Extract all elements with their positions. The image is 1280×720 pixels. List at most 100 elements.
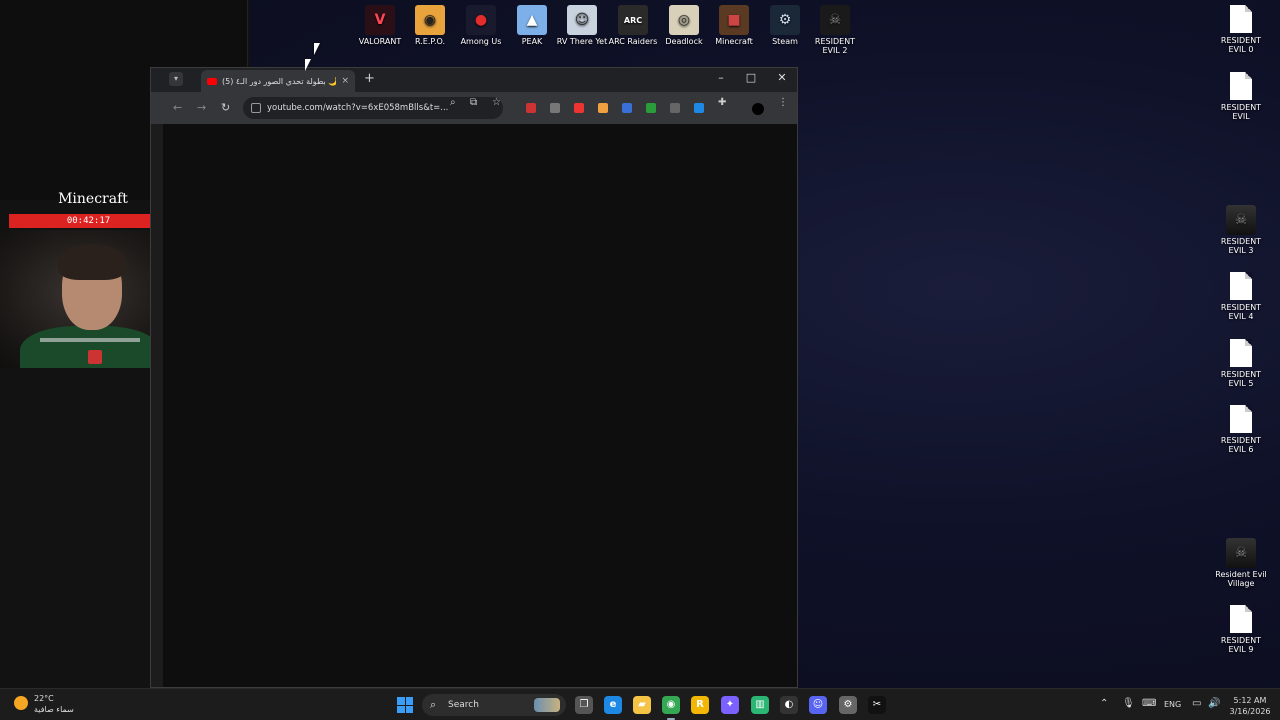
address-bar[interactable]: youtube.com/watch?v=6xE058mBlls&t=...: [243, 97, 503, 119]
taskbar-folder-icon[interactable]: ▰: [633, 696, 651, 714]
file-icon: [1230, 605, 1252, 633]
close-window-button[interactable]: ✕: [767, 71, 797, 84]
zoom-icon[interactable]: ⌕: [450, 97, 456, 108]
maximize-button[interactable]: □: [736, 71, 766, 84]
weather-desc: سماء صافية: [34, 705, 74, 714]
taskbar-chrome-icon[interactable]: ◉: [662, 696, 680, 720]
mouse-cursor-secondary: [305, 59, 311, 71]
desktop-shortcut-resident-evil-6[interactable]: RESIDENT EVIL 6: [1211, 405, 1271, 454]
profile-avatar[interactable]: [752, 103, 764, 115]
taskbar-discord-icon[interactable]: ☺: [809, 696, 827, 714]
tab-search-button[interactable]: ▾: [169, 72, 183, 86]
forward-button[interactable]: →: [197, 101, 206, 114]
weather-temp: 22°C: [34, 694, 54, 703]
shortcut-label: RESIDENT EVIL 2: [814, 37, 856, 55]
browser-toolbar: ← → ↻ youtube.com/watch?v=6xE058mBlls&t=…: [151, 92, 797, 124]
weather-widget[interactable]: 22°C سماء صافية: [14, 693, 74, 715]
extensions-puzzle-icon[interactable]: ✚: [718, 97, 726, 108]
search-icon: ⌕: [430, 698, 437, 711]
new-tab-button[interactable]: +: [364, 71, 375, 86]
desktop-shortcut-resident-evil-5[interactable]: RESIDENT EVIL 5: [1211, 339, 1271, 388]
tab-strip: ▾ (5) بطولة تحدي الصور دور الـ٤ 🌙 × + – …: [151, 68, 797, 92]
taskbar-audio-app-icon[interactable]: ▥: [751, 696, 769, 714]
desktop-shortcut-resident-evil-3[interactable]: ☠ RESIDENT EVIL 3: [1211, 205, 1271, 255]
browser-side-strip: [151, 124, 163, 687]
shortcut-label: RESIDENT EVIL 9: [1220, 636, 1262, 654]
shortcut-label: RESIDENT EVIL 0: [1220, 36, 1262, 54]
file-icon: [1230, 5, 1252, 33]
desktop-shortcut-resident-evil[interactable]: RESIDENT EVIL: [1211, 72, 1271, 121]
app-icon: ☺: [567, 5, 597, 35]
extension-icon[interactable]: [646, 103, 656, 113]
start-button[interactable]: [397, 697, 413, 713]
shortcut-label: RESIDENT EVIL 6: [1220, 436, 1262, 454]
clock[interactable]: 5:12 AM 3/16/2026: [1228, 695, 1272, 717]
app-icon: ▲: [517, 5, 547, 35]
taskbar-search[interactable]: ⌕ Search: [422, 694, 566, 716]
minimize-button[interactable]: –: [706, 71, 736, 84]
desktop-shortcut-resident-evil-4[interactable]: RESIDENT EVIL 4: [1211, 272, 1271, 321]
taskbar-settings-icon[interactable]: ⚙: [839, 696, 857, 714]
url-text: youtube.com/watch?v=6xE058mBlls&t=...: [267, 103, 449, 113]
extension-icon[interactable]: [622, 103, 632, 113]
display-icon[interactable]: ▭: [1192, 698, 1201, 709]
file-icon: [1230, 72, 1252, 100]
microphone-icon[interactable]: 🎙: [1122, 698, 1135, 709]
menu-kebab-icon[interactable]: ⋮: [778, 97, 788, 108]
app-icon: ARC: [618, 5, 648, 35]
clock-time: 5:12 AM: [1233, 696, 1267, 705]
app-icon: ☠: [1226, 538, 1256, 568]
tray-overflow-icon[interactable]: ⌃: [1100, 698, 1108, 709]
back-button[interactable]: ←: [173, 101, 182, 114]
shortcut-label: RESIDENT EVIL 4: [1220, 303, 1262, 321]
search-label: Search: [448, 700, 479, 710]
extension-icon[interactable]: [526, 103, 536, 113]
youtube-icon: [207, 77, 217, 85]
file-icon: [1230, 405, 1252, 433]
taskbar-task-view-icon[interactable]: ❐: [575, 696, 593, 714]
volume-icon[interactable]: 🔊: [1208, 698, 1220, 709]
desktop-shortcut-resident-evil-village[interactable]: ☠ Resident Evil Village: [1211, 538, 1271, 588]
extension-icon[interactable]: [598, 103, 608, 113]
reload-button[interactable]: ↻: [221, 101, 230, 114]
app-icon: V: [365, 5, 395, 35]
app-icon: ◉: [415, 5, 445, 35]
taskbar-copilot-icon[interactable]: ✦: [721, 696, 739, 714]
language-indicator[interactable]: ENG: [1164, 700, 1181, 709]
tab-close-icon[interactable]: ×: [341, 76, 349, 86]
mouse-cursor: [314, 43, 320, 55]
keyboard-icon[interactable]: ⌨: [1142, 698, 1156, 709]
bookmark-star-icon[interactable]: ☆: [492, 97, 501, 108]
app-icon: ■: [719, 5, 749, 35]
browser-window: ▾ (5) بطولة تحدي الصور دور الـ٤ 🌙 × + – …: [150, 67, 798, 688]
taskbar-edge-icon[interactable]: e: [604, 696, 622, 714]
shortcut-label: RESIDENT EVIL: [1220, 103, 1262, 121]
site-info-icon[interactable]: [251, 103, 261, 113]
shortcut-label: Resident Evil Village: [1215, 570, 1267, 588]
extension-icon[interactable]: [670, 103, 680, 113]
install-app-icon[interactable]: ⧉: [470, 97, 477, 108]
taskbar-capcut-icon[interactable]: ✂: [868, 696, 886, 714]
page-content[interactable]: [163, 124, 797, 687]
taskbar: 22°C سماء صافية ⌕ Search ❐ e ▰ ◉ R ✦ ▥ ◐ ☺ ⚙ ✂ ⌃ 🎙…: [0, 688, 1280, 720]
shortcut-label: RESIDENT EVIL 5: [1220, 370, 1262, 388]
clock-date: 3/16/2026: [1229, 707, 1271, 716]
app-icon: ☠: [1226, 205, 1256, 235]
desktop-shortcut-resident-evil-9[interactable]: RESIDENT EVIL 9: [1211, 605, 1271, 654]
tab-youtube[interactable]: (5) بطولة تحدي الصور دور الـ٤ 🌙 ×: [201, 70, 355, 92]
weather-icon: [14, 696, 28, 710]
extension-icon[interactable]: [694, 103, 704, 113]
file-icon: [1230, 339, 1252, 367]
taskbar-rockstar-icon[interactable]: R: [691, 696, 709, 714]
file-icon: [1230, 272, 1252, 300]
app-icon: ☠: [820, 5, 850, 35]
tab-title: (5) بطولة تحدي الصور دور الـ٤ 🌙: [222, 76, 337, 86]
extension-icon[interactable]: [550, 103, 560, 113]
extension-icon[interactable]: [574, 103, 584, 113]
app-icon: ⚙: [770, 5, 800, 35]
app-icon: ◎: [669, 5, 699, 35]
taskbar-obs-icon[interactable]: ◐: [780, 696, 798, 714]
stream-timer: 00:42:17: [9, 214, 168, 228]
desktop-shortcut-resident-evil-0[interactable]: RESIDENT EVIL 0: [1211, 5, 1271, 54]
desktop-shortcut-resident-evil-2[interactable]: ☠ RESIDENT EVIL 2: [805, 5, 865, 55]
